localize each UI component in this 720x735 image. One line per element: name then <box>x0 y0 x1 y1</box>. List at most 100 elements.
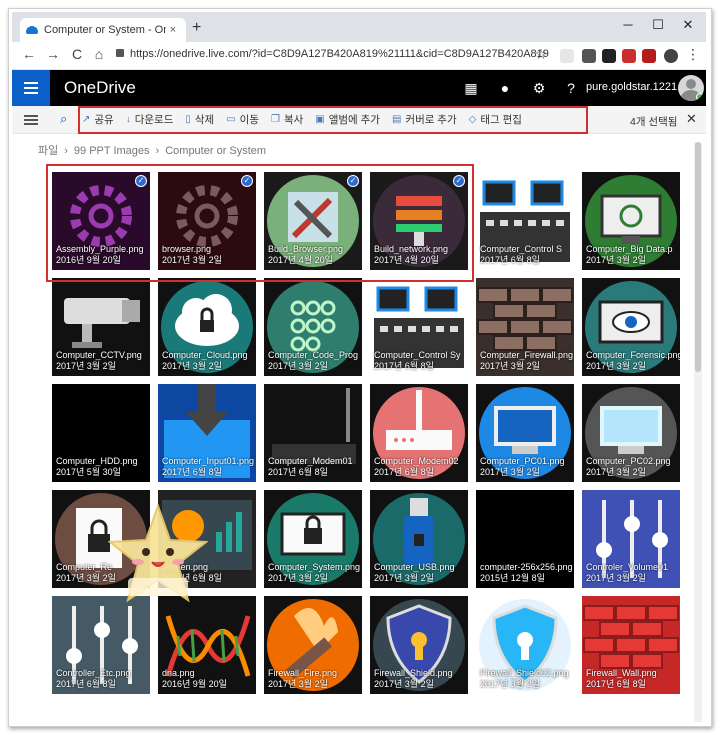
help-icon[interactable]: ? <box>554 70 588 106</box>
selection-count: 4개 선택됨 <box>630 116 678 128</box>
command-icon: ↗ <box>82 113 91 125</box>
command-5[interactable]: ▣ 앨범에 추가 <box>315 110 380 128</box>
file-date: 2017년 3월 2일 <box>56 361 116 371</box>
search-icon[interactable]: ⌕ <box>60 111 67 127</box>
reload-button[interactable]: C <box>68 46 86 62</box>
file-tile[interactable]: ✓ Assembly_Purple.png 2016년 9월 20일 <box>52 172 150 270</box>
hamburger-icon[interactable] <box>24 115 38 125</box>
file-tile[interactable]: Controler_Volume01 2017년 3월 2일 <box>582 490 680 588</box>
command-label: 앨범에 추가 <box>328 113 380 126</box>
extension-icon[interactable] <box>560 49 574 63</box>
user-name[interactable]: pure.goldstar.1221... <box>586 81 686 93</box>
lock-icon <box>116 49 124 57</box>
file-tile[interactable]: Computer_USB.png 2017년 3월 2일 <box>370 490 468 588</box>
address-bar[interactable]: https://onedrive.live.com/?id=C8D9A127B4… <box>116 48 549 60</box>
home-button[interactable]: ⌂ <box>90 46 108 62</box>
clear-selection-icon[interactable]: ✕ <box>686 111 697 127</box>
command-2[interactable]: ▯ 삭제 <box>185 110 214 128</box>
file-date: 2017년 3월 2일 <box>586 361 646 371</box>
file-tile[interactable]: Firewall_Shield.png 2017년 3월 2일 <box>370 596 468 694</box>
command-bar: ⌕ ↗ 공유 ↓ 다운로드 ▯ 삭제 ▭ 이동 ❐ 복사 ▣ 앨범에 추가 ▤ 커버로 추가 ◇ 태그 편집 … <box>12 106 706 134</box>
file-date: 2017년 5월 30일 <box>56 467 121 477</box>
file-tile[interactable]: Computer_Input01.png 2017년 6월 8일 <box>158 384 256 482</box>
scrollbar-thumb[interactable] <box>695 142 701 372</box>
onedrive-header: OneDrive ▦ ● ⚙ ? pure.goldstar.1221... <box>12 70 706 106</box>
file-tile[interactable]: Firewall_Shield02.png 2017년 3월 2일 <box>476 596 574 694</box>
nav-menu-button[interactable] <box>12 70 50 106</box>
file-tile[interactable]: ✓ Build_network.png 2017년 4월 20일 <box>370 172 468 270</box>
file-date: 2017년 6월 8일 <box>56 679 116 689</box>
command-list: ↗ 공유 ↓ 다운로드 ▯ 삭제 ▭ 이동 ❐ 복사 ▣ 앨범에 추가 ▤ 커버로 추가 ◇ 태그 편집 <box>82 110 522 128</box>
selected-check-icon[interactable]: ✓ <box>135 175 147 187</box>
command-icon: ▤ <box>391 113 402 125</box>
file-tile[interactable]: Computer_PC01.png 2017년 3월 2일 <box>476 384 574 482</box>
browser-tab[interactable]: Computer or System - OneDrive × <box>20 18 186 42</box>
settings-icon[interactable]: ⚙ <box>522 70 556 106</box>
browser-menu-icon[interactable]: ⋮ <box>684 46 702 63</box>
file-date: 2017년 3월 2일 <box>56 573 116 583</box>
avatar[interactable] <box>678 75 704 101</box>
extension-icon[interactable] <box>602 49 616 63</box>
chat-icon[interactable]: ● <box>488 70 522 106</box>
file-tile[interactable]: Computer_HDD.png 2017년 5월 30일 <box>52 384 150 482</box>
file-date: 2017년 4월 20일 <box>268 255 333 265</box>
new-tab-button[interactable]: + <box>192 19 201 37</box>
extension-icon[interactable] <box>622 49 636 63</box>
file-date: 2017년 6월 8일 <box>480 255 540 265</box>
selected-check-icon[interactable]: ✓ <box>453 175 465 187</box>
file-grid: ✓ Assembly_Purple.png 2016년 9월 20일 ✓ browser… <box>38 162 680 722</box>
file-tile[interactable]: Computer_CCTV.png 2017년 3월 2일 <box>52 278 150 376</box>
breadcrumb-root[interactable]: 파일 <box>38 145 58 157</box>
command-icon: ↓ <box>125 113 131 125</box>
file-tile[interactable]: ✓ Build_Browser.png 2017년 4월 20일 <box>264 172 362 270</box>
file-tile[interactable]: Computer_System.png 2017년 3월 2일 <box>264 490 362 588</box>
command-1[interactable]: ↓ 다운로드 <box>126 110 174 128</box>
file-tile[interactable]: Computer_Modem01 2017년 6월 8일 <box>264 384 362 482</box>
file-date: 2017년 3월 2일 <box>480 361 540 371</box>
file-tile[interactable]: Computer_Control S 2017년 6월 8일 <box>476 172 574 270</box>
file-tile[interactable]: Computer_Code_Prog 2017년 3월 2일 <box>264 278 362 376</box>
back-button[interactable]: ← <box>20 46 38 62</box>
file-tile[interactable]: Firewall_Fire.png 2017년 3월 2일 <box>264 596 362 694</box>
file-tile[interactable]: ✓ browser.png 2017년 3월 2일 <box>158 172 256 270</box>
profile-icon[interactable] <box>664 49 678 63</box>
file-date: 2017년 3월 2일 <box>268 573 328 583</box>
minimize-button[interactable]: ─ <box>618 17 638 32</box>
browser-window: Computer or System - OneDrive × + ─ ☐ ✕ … <box>12 12 706 722</box>
brand-title[interactable]: OneDrive <box>64 78 136 98</box>
maximize-button[interactable]: ☐ <box>648 17 668 33</box>
command-4[interactable]: ❐ 복사 <box>271 110 303 128</box>
breadcrumb: 파일 › 99 PPT Images › Computer or System <box>38 142 266 158</box>
file-tile[interactable]: Computer_Forensic.png 2017년 3월 2일 <box>582 278 680 376</box>
selected-check-icon[interactable]: ✓ <box>241 175 253 187</box>
file-date: 2017년 6월 8일 <box>268 467 328 477</box>
extension-icon[interactable] <box>582 49 596 63</box>
apps-icon[interactable]: ▦ <box>454 70 488 106</box>
command-label: 태그 편집 <box>480 113 522 126</box>
file-tile[interactable]: computer-256x256.png 2015년 12월 8일 <box>476 490 574 588</box>
close-window-button[interactable]: ✕ <box>678 17 698 33</box>
selected-check-icon[interactable]: ✓ <box>347 175 359 187</box>
command-6[interactable]: ▤ 커버로 추가 <box>392 110 457 128</box>
file-tile[interactable]: Computer_Cloud.png 2017년 3월 2일 <box>158 278 256 376</box>
file-tile[interactable]: Computer_Control Sy 2017년 6월 8일 <box>370 278 468 376</box>
file-tile[interactable]: Computer_PC02.png 2017년 3월 2일 <box>582 384 680 482</box>
extension-icon[interactable] <box>642 49 656 63</box>
scrollbar[interactable] <box>694 142 702 722</box>
command-7[interactable]: ◇ 태그 편집 <box>469 110 522 128</box>
file-date: 2017년 4월 20일 <box>374 255 439 265</box>
file-tile[interactable]: Computer_Modem02 2017년 6월 8일 <box>370 384 468 482</box>
breadcrumb-folder[interactable]: 99 PPT Images <box>74 145 150 157</box>
file-date: 2017년 6월 8일 <box>586 679 646 689</box>
tab-close-icon[interactable]: × <box>166 24 180 36</box>
file-tile[interactable]: Computer_Firewall.png 2017년 3월 2일 <box>476 278 574 376</box>
presence-dot <box>696 93 704 101</box>
file-date: 2017년 3월 2일 <box>162 361 222 371</box>
command-3[interactable]: ▭ 이동 <box>226 110 259 128</box>
bookmark-star-icon[interactable]: ☆ <box>532 46 550 63</box>
file-tile[interactable]: Firewall_Wall.png 2017년 6월 8일 <box>582 596 680 694</box>
forward-button[interactable]: → <box>44 46 62 62</box>
url-text: https://onedrive.live.com/?id=C8D9A127B4… <box>130 48 549 60</box>
file-tile[interactable]: Computer_Big Data.p 2017년 3월 2일 <box>582 172 680 270</box>
command-0[interactable]: ↗ 공유 <box>82 110 114 128</box>
